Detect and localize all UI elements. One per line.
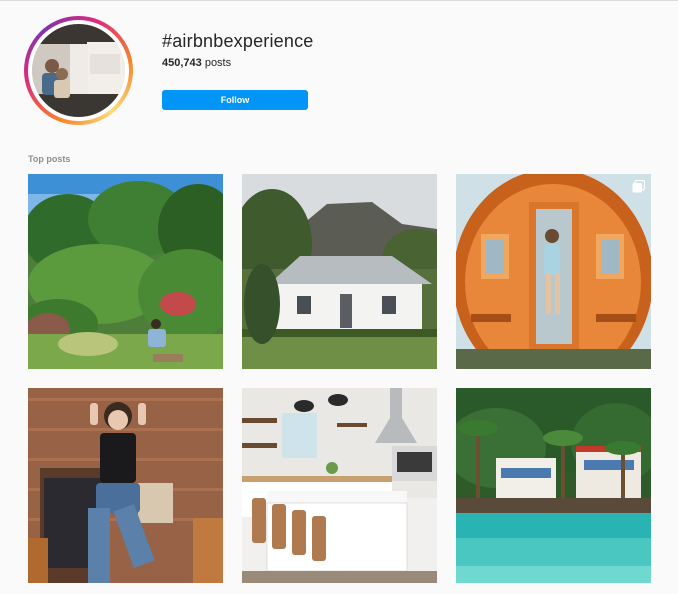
carousel-icon (632, 180, 645, 193)
post-woman-denim[interactable] (28, 388, 223, 583)
post-barrel-sauna[interactable] (456, 174, 651, 369)
post-white-cottage[interactable] (242, 174, 437, 369)
avatar-image (32, 24, 125, 117)
post-garden-woman[interactable] (28, 174, 223, 369)
top-border (0, 0, 678, 1)
post-count: 450,743 posts (162, 57, 231, 69)
follow-button[interactable]: Follow (162, 90, 308, 110)
hashtag-avatar[interactable] (24, 16, 133, 125)
post-tropical-resort[interactable] (456, 388, 651, 583)
top-posts-label: Top posts (28, 154, 71, 164)
post-count-number: 450,743 (162, 57, 202, 69)
post-count-suffix: posts (201, 57, 232, 69)
hashtag-title: #airbnbexperience (162, 31, 314, 51)
post-kitchen[interactable] (242, 388, 437, 583)
